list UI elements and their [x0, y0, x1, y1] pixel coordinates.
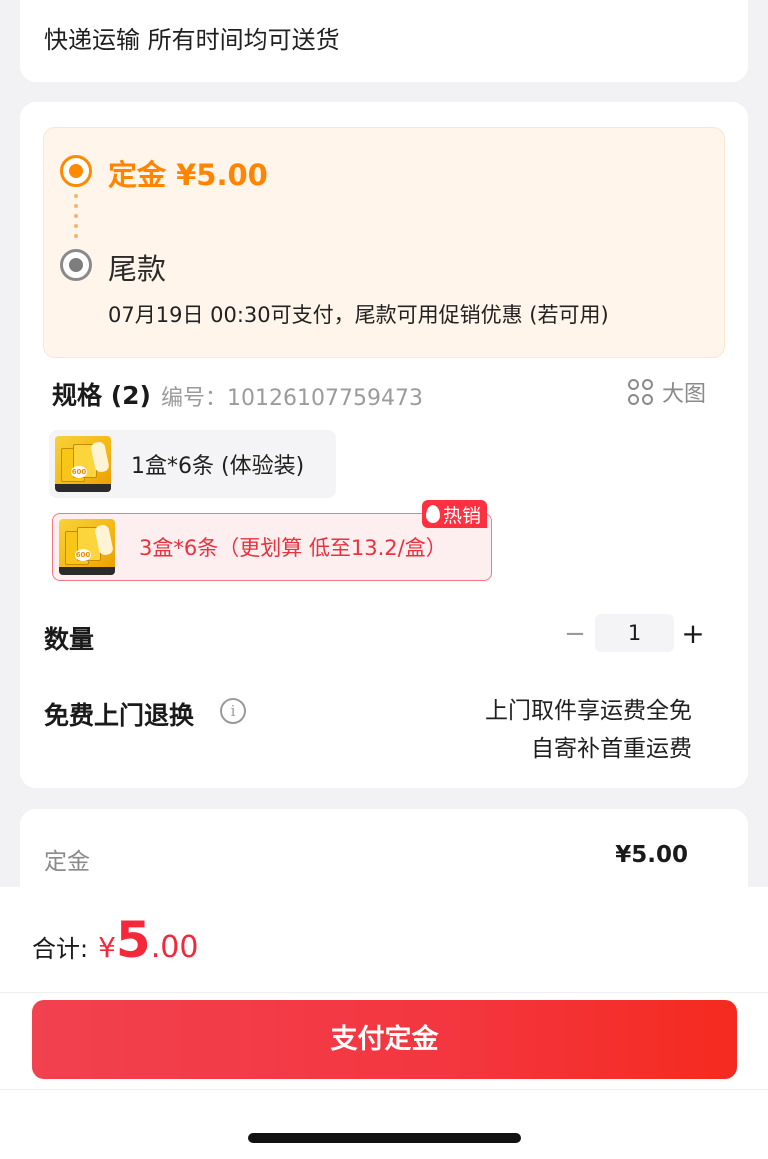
- stage-connector: [73, 194, 79, 242]
- grid-view-icon: [627, 379, 654, 405]
- spec-title: 规格 (2): [52, 381, 151, 410]
- quantity-input[interactable]: 1: [595, 614, 674, 652]
- big-image-button[interactable]: 大图: [627, 376, 706, 408]
- deposit-radio[interactable]: [60, 155, 92, 187]
- sku-option-1[interactable]: 600 1盒*6条 (体验装): [49, 430, 336, 498]
- summary-deposit-value: ¥5.00: [615, 842, 688, 868]
- product-code: 编号：10126107759473: [161, 386, 423, 411]
- balance-label: 尾款: [108, 252, 167, 286]
- info-icon[interactable]: i: [220, 698, 246, 724]
- payment-stages: 定金 ¥5.00 尾款 07月19日 00:30可支付，尾款可用促销优惠 (若可…: [43, 127, 725, 358]
- divider: [0, 1089, 768, 1090]
- hot-sale-badge: 热销: [422, 500, 488, 528]
- checkout-page: 快递运输 所有时间均可送货 定金 ¥5.00 尾款 07月19日 00:30可支…: [0, 0, 768, 1159]
- checkout-bar: 合计: ¥ 5 .00 支付定金: [0, 887, 768, 1159]
- currency-symbol: ¥: [98, 931, 116, 964]
- total-decimal: .00: [150, 930, 199, 965]
- free-return-label: 免费上门退换: [44, 701, 195, 730]
- balance-description: 07月19日 00:30可支付，尾款可用促销优惠 (若可用): [108, 303, 609, 327]
- home-indicator[interactable]: [248, 1133, 521, 1143]
- hot-sale-label: 热销: [443, 504, 482, 527]
- total-integer: 5: [115, 911, 151, 969]
- product-thumbnail: 600: [59, 519, 115, 575]
- flame-icon: [426, 505, 440, 523]
- summary-deposit-label: 定金: [44, 849, 90, 875]
- sku-option-label: 3盒*6条（更划算 低至13.2/盒）: [139, 536, 447, 560]
- shipping-card: 快递运输 所有时间均可送货: [20, 0, 748, 82]
- return-description: 上门取件享运费全免 自寄补首重运费: [485, 692, 692, 768]
- total-price: 合计: ¥ 5 .00: [32, 911, 198, 969]
- product-thumbnail: 600: [55, 436, 111, 492]
- sku-option-label: 1盒*6条 (体验装): [131, 454, 305, 479]
- pay-deposit-button[interactable]: 支付定金: [32, 1000, 737, 1079]
- shipping-info: 快递运输 所有时间均可送货: [44, 26, 340, 54]
- return-desc-line-1: 上门取件享运费全免: [485, 698, 692, 724]
- quantity-decrease-button[interactable]: −: [564, 614, 586, 654]
- quantity-label: 数量: [44, 625, 95, 654]
- total-label: 合计:: [32, 935, 89, 963]
- order-options-card: 定金 ¥5.00 尾款 07月19日 00:30可支付，尾款可用促销优惠 (若可…: [20, 102, 748, 788]
- deposit-label: 定金 ¥5.00: [108, 158, 268, 192]
- balance-radio[interactable]: [60, 249, 92, 281]
- divider: [0, 992, 768, 993]
- return-desc-line-2: 自寄补首重运费: [531, 736, 692, 762]
- quantity-increase-button[interactable]: +: [680, 614, 706, 654]
- big-image-label: 大图: [661, 382, 706, 407]
